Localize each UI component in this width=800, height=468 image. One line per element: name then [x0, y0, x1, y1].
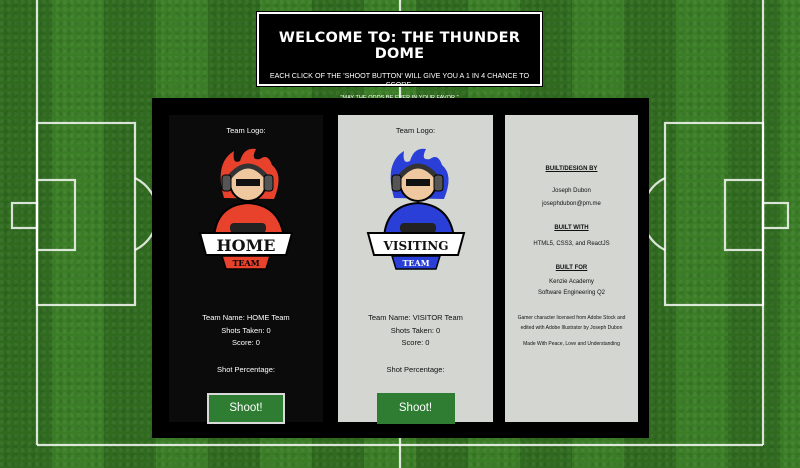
- home-team-name: Team Name: HOME Team: [202, 313, 290, 322]
- visitor-stats: Team Name: VISITOR Team Shots Taken: 0 S…: [338, 312, 493, 350]
- credit-line-2: edited with Adobe Illustrator by Joseph …: [520, 325, 623, 331]
- program: Software Engineering Q2: [537, 290, 606, 296]
- organization: Kenzie Academy: [549, 279, 594, 285]
- visitor-team-panel: Team Logo: VISITING TEAM Team Name: VISI…: [338, 115, 493, 424]
- home-logo-subtext: TEAM: [232, 258, 259, 268]
- built-for-heading: BUILT FOR: [555, 265, 588, 271]
- visitor-shot-percentage: Shot Percentage:: [386, 364, 445, 374]
- author-name: Joseph Dubon: [552, 188, 591, 194]
- visitor-team-name: Team Name: VISITOR Team: [368, 313, 463, 322]
- banner-title: WELCOME TO: THE THUNDER DOME: [278, 30, 521, 62]
- visitor-team-logo: VISITING TEAM: [364, 143, 468, 275]
- banner-subtitle: EACH CLICK OF THE 'SHOOT BUTTON' WILL GI…: [269, 71, 530, 89]
- built-design-heading: BUILT/DESIGN BY: [545, 166, 598, 172]
- visitor-logo-label: Team Logo:: [395, 126, 436, 135]
- gamer-mascot-icon: HOME TEAM: [198, 148, 294, 270]
- visitor-score: Score: 0: [401, 338, 430, 347]
- home-shot-percentage: Shot Percentage:: [217, 364, 275, 374]
- credit-line-1: Gamer character licensed from Adobe Stoc…: [517, 315, 626, 321]
- home-stats: Team Name: HOME Team Shots Taken: 0 Scor…: [169, 312, 323, 350]
- visitor-shoot-button[interactable]: Shoot!: [376, 392, 455, 424]
- home-shoot-button[interactable]: Shoot!: [207, 392, 285, 424]
- home-shots-taken: Shots Taken: 0: [221, 325, 271, 335]
- home-logo-text: HOME: [217, 236, 276, 255]
- home-logo-label: Team Logo:: [226, 126, 266, 135]
- scoreboard: Team Logo: HOME TEAM Team Name: HOME Tea…: [152, 98, 649, 438]
- author-email[interactable]: josephdubon@pm.me: [505, 199, 638, 210]
- visitor-logo-subtext: TEAM: [402, 258, 429, 268]
- visitor-shots-taken: Shots Taken: 0: [390, 325, 441, 335]
- home-team-panel: Team Logo: HOME TEAM Team Name: HOME Tea…: [169, 115, 323, 424]
- welcome-banner: WELCOME TO: THE THUNDER DOME EACH CLICK …: [256, 11, 543, 101]
- credits-panel: BUILT/DESIGN BY Joseph Dubon josephdubon…: [505, 115, 638, 422]
- visitor-logo-text: VISITING: [382, 239, 448, 253]
- home-team-logo: HOME TEAM: [194, 143, 298, 275]
- gamer-mascot-icon: VISITING TEAM: [366, 148, 465, 270]
- home-score: Score: 0: [232, 338, 260, 347]
- footer-note: Made With Peace, Love and Understanding: [523, 341, 620, 347]
- tech-stack: HTML5, CSS3, and ReactJS: [533, 241, 610, 247]
- built-with-heading: BUILT WITH: [554, 225, 589, 231]
